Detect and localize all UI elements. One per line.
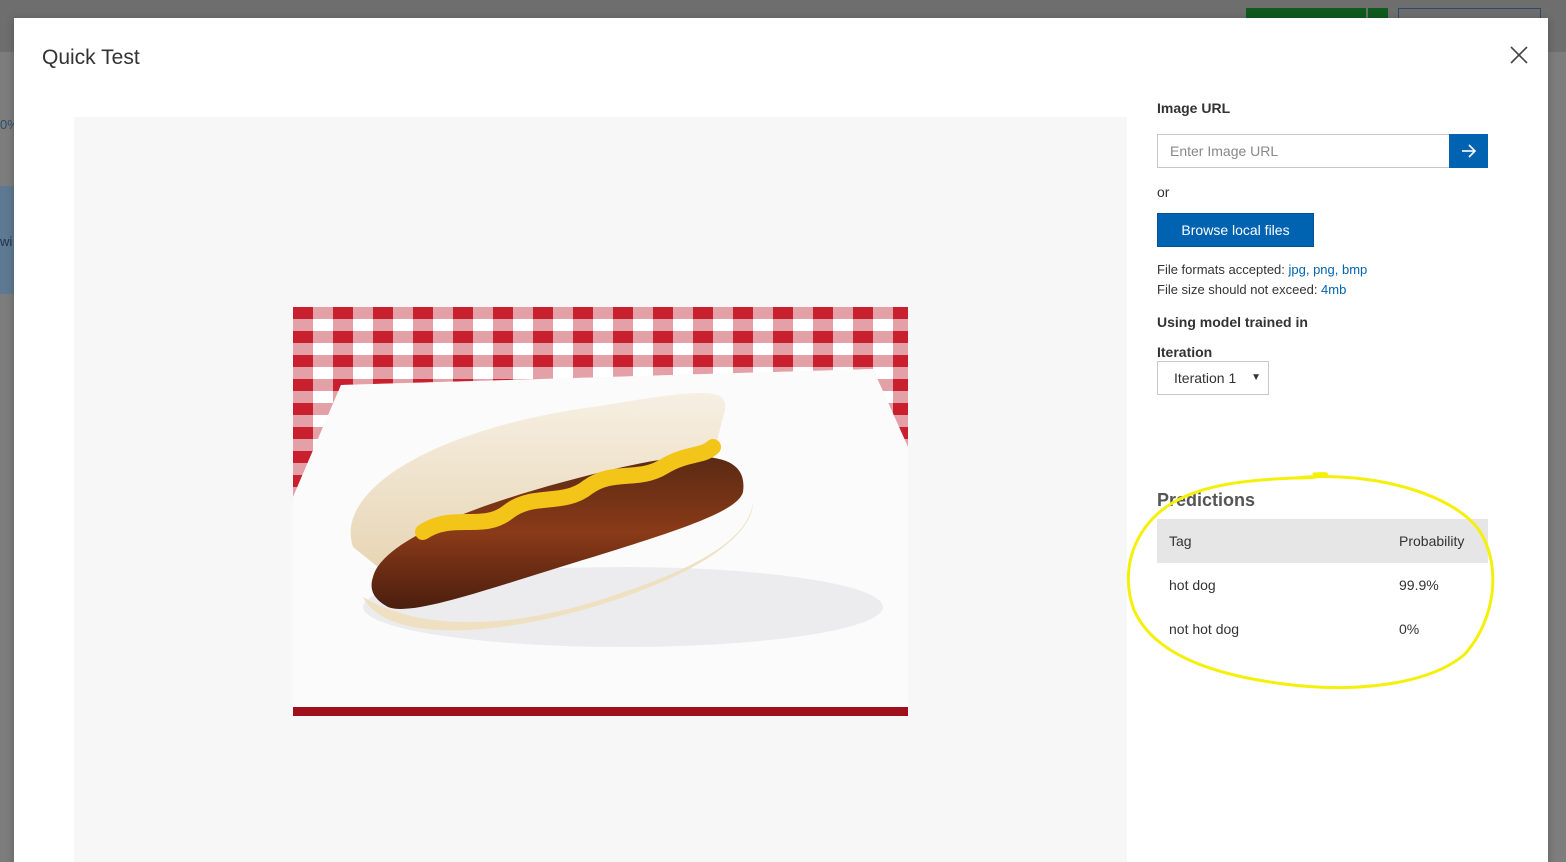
file-formats-prefix: File formats accepted: xyxy=(1157,262,1289,277)
probability-cell: 99.9% xyxy=(1399,577,1439,593)
predictions-title: Predictions xyxy=(1157,490,1256,510)
iteration-select[interactable]: Iteration 1 ▼ xyxy=(1157,361,1269,395)
close-icon[interactable] xyxy=(1508,44,1530,66)
dialog-title: Quick Test xyxy=(42,46,140,69)
predictions-header-row: Tag Probability xyxy=(1157,519,1488,563)
probability-cell: 0% xyxy=(1399,621,1420,637)
column-header-tag: Tag xyxy=(1169,533,1192,549)
image-url-row xyxy=(1157,134,1488,168)
table-row: not hot dog 0% xyxy=(1157,607,1488,651)
tag-cell: not hot dog xyxy=(1169,621,1240,637)
file-size-link[interactable]: 4mb xyxy=(1321,282,1346,297)
file-size-prefix: File size should not exceed: xyxy=(1157,282,1322,297)
background-left-fragment: wi xyxy=(0,234,13,249)
submit-url-button[interactable] xyxy=(1449,134,1488,168)
iteration-select-value: Iteration 1 xyxy=(1174,370,1237,386)
image-url-input[interactable] xyxy=(1157,134,1449,168)
quick-test-dialog: Quick Test Image URL Enter Image URL or … xyxy=(14,18,1548,862)
iteration-label: Iteration xyxy=(1157,344,1213,360)
predictions-table: Tag Probability hot dog 99.9% not hot do… xyxy=(1157,519,1488,651)
file-size-info: File size should not exceed: 4mb xyxy=(1157,282,1346,297)
table-row: hot dog 99.9% xyxy=(1157,563,1488,607)
file-formats-info: File formats accepted: jpg, png, bmp xyxy=(1157,262,1367,277)
tag-cell: hot dog xyxy=(1169,577,1216,593)
background-left-fragment: 0% xyxy=(0,117,14,132)
file-formats-link[interactable]: jpg, png, bmp xyxy=(1289,262,1368,277)
or-separator: or xyxy=(1157,184,1170,200)
browse-local-files-button[interactable]: Browse local files xyxy=(1157,213,1314,247)
arrow-right-icon xyxy=(1461,144,1476,158)
image-url-label: Image URL xyxy=(1157,100,1231,116)
hot-dog-image xyxy=(293,307,908,716)
image-preview-panel xyxy=(74,117,1127,862)
column-header-probability: Probability xyxy=(1399,533,1465,549)
caret-down-icon: ▼ xyxy=(1251,372,1261,383)
model-label: Using model trained in xyxy=(1157,314,1308,330)
